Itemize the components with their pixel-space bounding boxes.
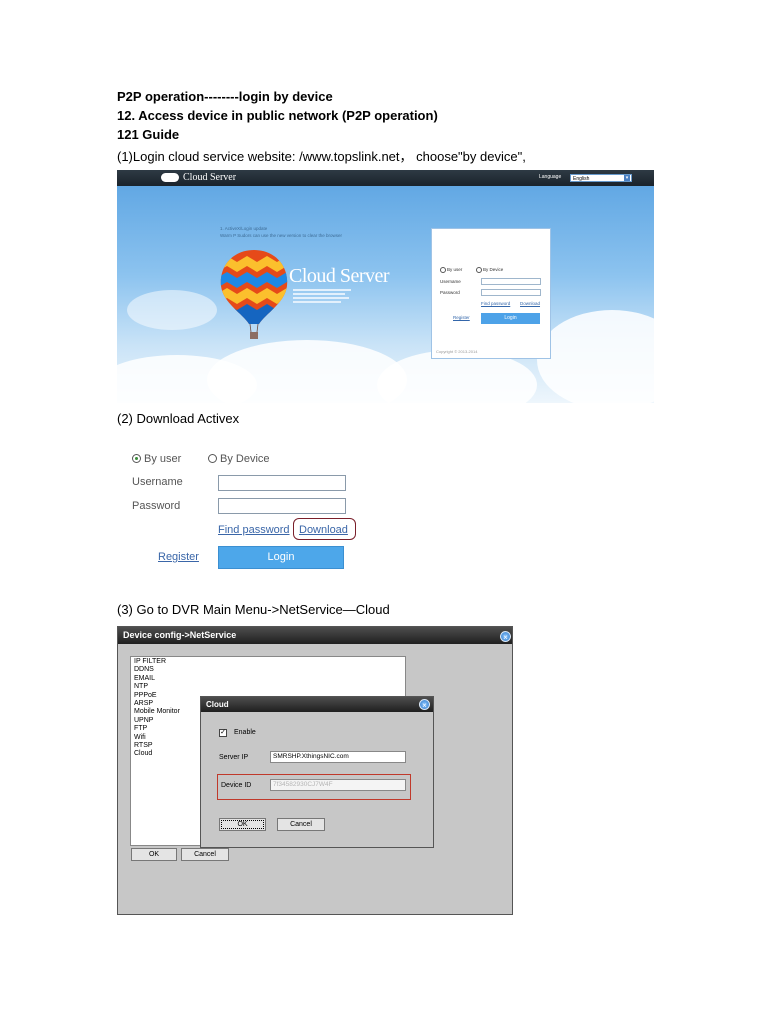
radio-checked-icon — [132, 454, 141, 463]
radio-unchecked-icon — [208, 454, 217, 463]
find-password-link[interactable]: Find password — [481, 301, 510, 306]
cloud-shape — [537, 310, 654, 403]
cloud-shape — [127, 290, 217, 330]
step-1-text: (1)Login cloud service website: /www.top… — [117, 149, 526, 164]
radio-by-device[interactable]: By Device — [208, 453, 270, 465]
username-label: Username — [132, 476, 183, 488]
step-2-text: (2) Download Activex — [117, 411, 240, 426]
heading-p2p-operation: P2P operation--------login by device — [117, 89, 333, 104]
activex-login-form: By user By Device Username Password Find… — [125, 445, 365, 575]
close-icon[interactable]: × — [500, 631, 511, 642]
device-id-field[interactable]: 7f34582930CJ7W4F — [270, 779, 406, 791]
radio-by-user[interactable]: By user — [132, 453, 181, 465]
password-input[interactable] — [481, 289, 541, 296]
cloud-server-title: Cloud Server — [289, 265, 390, 287]
login-panel: By user By Device Username Password Find… — [431, 228, 551, 359]
login-button[interactable]: Login — [481, 313, 540, 324]
language-label: Language — [539, 174, 562, 180]
list-item[interactable]: IP FILTER — [134, 658, 402, 666]
username-label: Username — [440, 279, 461, 284]
language-value: English — [573, 176, 590, 182]
description-text — [293, 287, 351, 305]
server-ip-field[interactable]: SMRSHP.XthingsNIC.com — [270, 751, 406, 763]
ok-button[interactable]: OK — [131, 848, 177, 861]
download-highlight-ring — [293, 518, 356, 540]
dialog-title: Device config->NetService — [118, 627, 512, 644]
device-id-label: Device ID — [221, 782, 252, 789]
password-input[interactable] — [218, 498, 346, 514]
close-icon[interactable]: × — [419, 699, 430, 710]
radio-by-device[interactable]: By Device — [476, 267, 503, 273]
list-item[interactable]: DDNS — [134, 666, 402, 674]
find-password-link[interactable]: Find password — [218, 524, 290, 536]
copyright-text: Copyright © 2013-2014 — [436, 349, 478, 354]
login-button[interactable]: Login — [218, 546, 344, 569]
update-notice: 1. ActiveX/Login update Warm P Sudors ca… — [220, 225, 342, 239]
password-label: Password — [440, 290, 460, 295]
enable-label: Enable — [234, 729, 256, 736]
register-link[interactable]: Register — [158, 551, 199, 563]
notice-line: Warm P Sudors can use the new version to… — [220, 233, 343, 238]
download-link[interactable]: Download — [520, 301, 540, 306]
language-select[interactable]: English ▾ — [570, 174, 632, 182]
register-link[interactable]: Register — [453, 315, 470, 320]
cloud-settings-dialog: Cloud × ✓ Enable Server IP SMRSHP.Xthing… — [200, 696, 434, 848]
heading-guide: 121 Guide — [117, 127, 180, 142]
hot-air-balloon-icon — [220, 250, 288, 339]
username-input[interactable] — [218, 475, 346, 491]
enable-checkbox[interactable]: ✓ — [219, 729, 227, 737]
dvr-netservice-dialog: Device config->NetService × IP FILTER DD… — [117, 626, 513, 915]
chevron-down-icon: ▾ — [624, 175, 630, 181]
top-navigation-bar: Cloud Server Language English ▾ — [117, 170, 654, 186]
cancel-button[interactable]: Cancel — [181, 848, 229, 861]
username-input[interactable] — [481, 278, 541, 285]
cloud-ok-button[interactable]: OK — [219, 818, 266, 831]
brand-name: Cloud Server — [183, 172, 237, 183]
heading-access-device: 12. Access device in public network (P2P… — [117, 108, 438, 123]
cloud-server-screenshot: Cloud Server Language English ▾ 1. Activ… — [117, 170, 654, 403]
by-user-label: By user — [144, 453, 182, 465]
radio-by-user[interactable]: By user — [440, 267, 462, 273]
cloud-dialog-title: Cloud — [201, 697, 433, 712]
step-3-text: (3) Go to DVR Main Menu->NetService—Clou… — [117, 602, 390, 617]
list-item[interactable]: NTP — [134, 683, 402, 691]
cloud-shape — [207, 340, 407, 403]
cloud-logo-icon — [161, 173, 179, 182]
by-device-label: By Device — [220, 453, 270, 465]
notice-line: 1. ActiveX/Login update — [220, 226, 268, 231]
server-ip-label: Server IP — [219, 754, 249, 761]
cloud-cancel-button[interactable]: Cancel — [277, 818, 325, 831]
password-label: Password — [132, 500, 181, 512]
list-item[interactable]: EMAIL — [134, 675, 402, 683]
